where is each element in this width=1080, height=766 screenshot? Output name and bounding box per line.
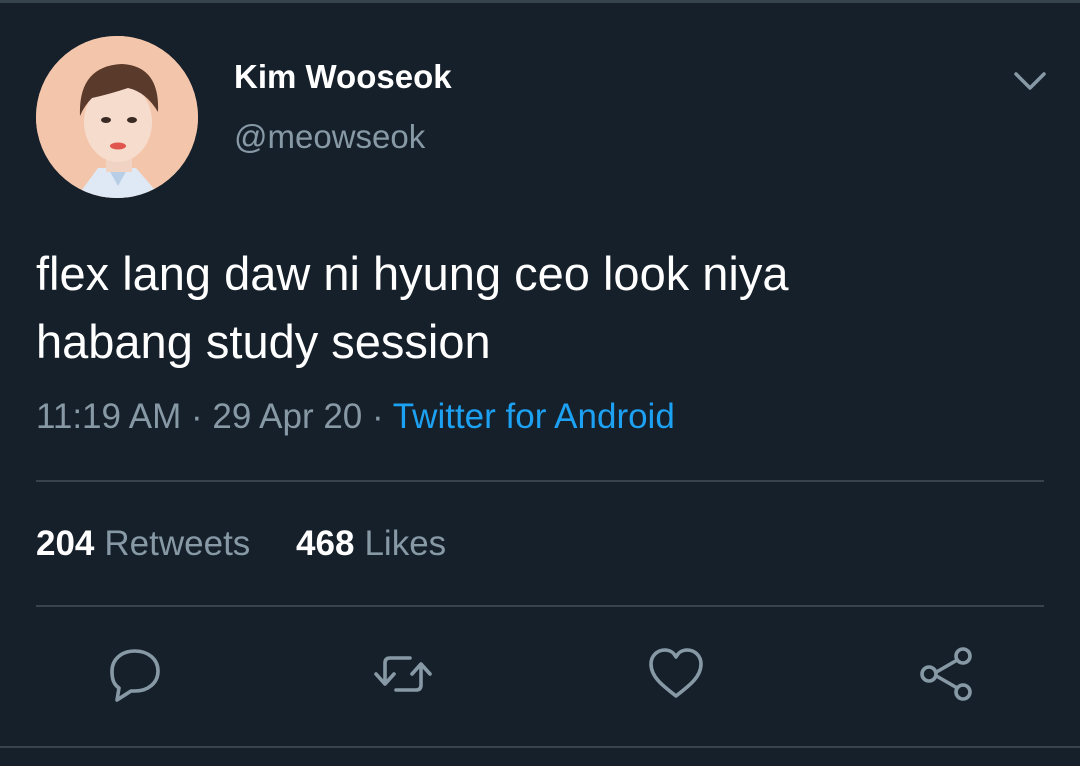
author-display-name[interactable]: Kim Wooseok [234, 58, 452, 96]
avatar-photo [36, 36, 198, 198]
chevron-down-icon[interactable] [1010, 62, 1050, 102]
tweet-source-link[interactable]: Twitter for Android [393, 397, 675, 436]
like-button[interactable] [645, 643, 707, 705]
tweet-text-line: habang study session [36, 315, 491, 368]
retweet-icon [374, 656, 432, 692]
like-count: 468 [296, 524, 355, 563]
heart-icon [649, 648, 703, 698]
author-handle[interactable]: @meowseok [234, 118, 425, 156]
retweet-button[interactable] [372, 643, 434, 705]
bottom-divider [0, 746, 1080, 748]
tweet-stats: 204 Retweets 468 Likes [36, 522, 446, 566]
like-label: Likes [364, 524, 447, 563]
tweet-metadata: 11:19 AM · 29 Apr 20 · Twitter for Andro… [36, 396, 675, 438]
top-divider [0, 0, 1080, 3]
retweets-stat[interactable]: 204 Retweets [36, 522, 250, 566]
divider [36, 480, 1044, 482]
divider [36, 605, 1044, 607]
share-icon [920, 647, 972, 701]
tweet-time: 11:19 AM [36, 397, 182, 436]
reply-icon [110, 649, 160, 702]
tweet-text-line: flex lang daw ni hyung ceo look niya [36, 247, 789, 300]
tweet-text: flex lang daw ni hyung ceo look niya hab… [36, 240, 1046, 376]
share-button[interactable] [915, 643, 977, 705]
tweet-date: 29 Apr 20 [212, 397, 363, 436]
meta-separator: · [371, 397, 384, 436]
avatar[interactable] [36, 36, 198, 198]
reply-button[interactable] [104, 643, 166, 705]
retweet-count: 204 [36, 524, 95, 563]
likes-stat[interactable]: 468 Likes [296, 522, 446, 566]
retweet-label: Retweets [104, 524, 251, 563]
meta-separator: · [191, 397, 203, 436]
